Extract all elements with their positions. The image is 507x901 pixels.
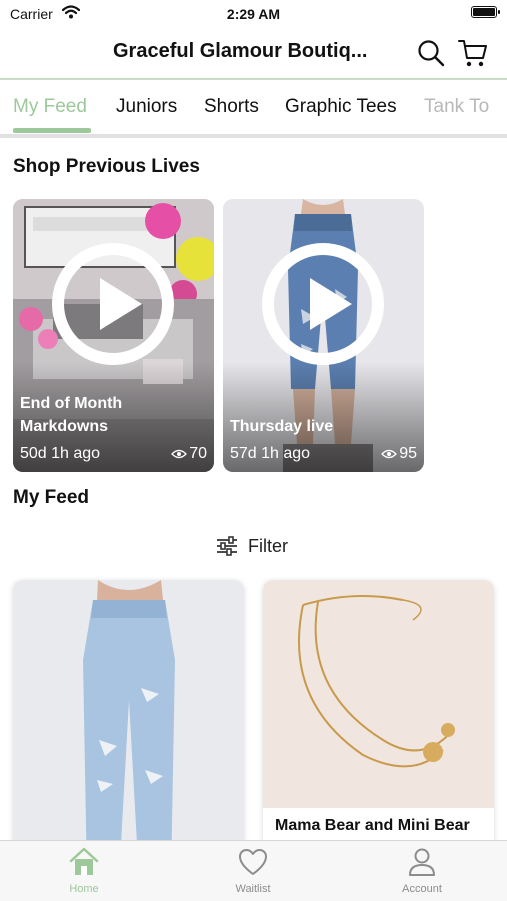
app-header: Graceful Glamour Boutiq... xyxy=(0,28,507,78)
status-bar: Carrier 2:29 AM xyxy=(0,0,507,28)
filter-label: Filter xyxy=(248,535,288,556)
eye-icon xyxy=(381,449,398,459)
home-icon xyxy=(69,847,99,875)
cart-icon xyxy=(458,40,487,67)
product-name: Mama Bear and Mini Bear xyxy=(275,817,470,834)
play-icon xyxy=(262,243,384,365)
battery-icon xyxy=(471,6,500,18)
nav-label: Waitlist xyxy=(235,883,271,895)
view-count: 95 xyxy=(399,445,417,462)
clock: 2:29 AM xyxy=(226,6,281,22)
tab-shorts[interactable]: Shorts xyxy=(204,96,259,118)
live-age: 57d 1h ago xyxy=(230,445,311,462)
nav-home[interactable]: Home xyxy=(34,847,134,895)
cart-button[interactable] xyxy=(458,38,488,68)
store-title: Graceful Glamour Boutiq... xyxy=(113,40,368,62)
live-title: Thursday live xyxy=(230,418,334,435)
search-button[interactable] xyxy=(417,39,445,67)
previous-lives-heading: Shop Previous Lives xyxy=(13,156,200,177)
product-photo-ripped-jeans xyxy=(13,580,244,880)
tab-tank-tops[interactable]: Tank To xyxy=(424,96,489,118)
search-icon xyxy=(418,40,445,67)
tab-graphic-tees[interactable]: Graphic Tees xyxy=(285,96,397,118)
heart-icon xyxy=(239,849,267,875)
my-feed-heading: My Feed xyxy=(13,487,90,508)
view-count: 70 xyxy=(189,445,207,462)
product-card[interactable]: Mama Bear and Mini Bear xyxy=(263,580,494,880)
product-card[interactable] xyxy=(13,580,244,880)
live-views: 70 xyxy=(171,445,207,463)
live-title: End of Month Markdowns xyxy=(20,395,123,435)
nav-label: Account xyxy=(402,883,442,895)
tab-my-feed[interactable]: My Feed xyxy=(13,96,87,118)
bottom-tab-bar: Home Waitlist Account xyxy=(0,840,507,901)
live-replay-card[interactable]: End of Month Markdowns 50d 1h ago 70 xyxy=(13,199,214,472)
sliders-icon xyxy=(217,536,237,556)
live-replay-card[interactable]: Thursday live 57d 1h ago 95 xyxy=(223,199,424,472)
nav-label: Home xyxy=(69,883,99,895)
play-icon xyxy=(52,243,174,365)
nav-account[interactable]: Account xyxy=(372,847,472,895)
live-views: 95 xyxy=(381,445,417,463)
active-tab-indicator xyxy=(13,128,91,133)
eye-icon xyxy=(171,449,188,459)
filter-button[interactable]: Filter xyxy=(216,533,288,559)
tabs-divider xyxy=(0,134,507,138)
person-icon xyxy=(409,848,435,876)
nav-waitlist[interactable]: Waitlist xyxy=(203,847,303,895)
product-photo-necklace xyxy=(263,580,494,808)
live-age: 50d 1h ago xyxy=(20,445,101,462)
tab-juniors[interactable]: Juniors xyxy=(116,96,177,118)
category-tabs: My Feed Juniors Shorts Graphic Tees Tank… xyxy=(0,80,507,134)
